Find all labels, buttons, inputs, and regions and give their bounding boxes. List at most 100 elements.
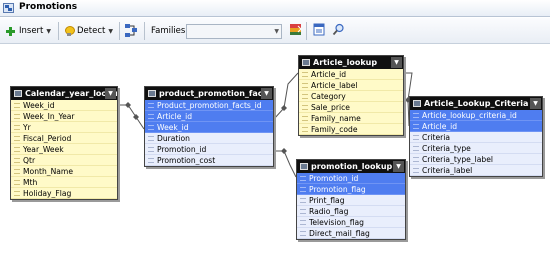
column-icon (300, 220, 306, 225)
table-column[interactable]: Week_id (11, 100, 117, 111)
table-column[interactable]: Week_In_Year (11, 111, 117, 122)
table-menu-icon[interactable]: ▼ (391, 57, 402, 68)
table-column[interactable]: Product_promotion_facts_id (145, 100, 273, 111)
column-icon (302, 105, 308, 110)
column-name: Fiscal_Period (23, 134, 72, 143)
column-icon (14, 158, 20, 163)
column-name: Month_Name (23, 167, 74, 176)
table-column[interactable]: Print_flag (297, 195, 405, 206)
column-icon (300, 209, 306, 214)
column-name: Product_promotion_facts_id (157, 101, 262, 110)
column-name: Category (311, 92, 346, 101)
insert-button[interactable]: Insert ▼ (6, 24, 51, 38)
column-name: Television_flag (309, 218, 364, 227)
insert-label: Insert (19, 26, 44, 36)
column-icon (300, 176, 306, 181)
table-name: promotion_lookup (311, 162, 393, 171)
column-icon (148, 125, 154, 130)
table-icon (413, 100, 421, 107)
column-name: Sale_price (311, 103, 350, 112)
table-column[interactable]: Criteria_type_label (410, 154, 542, 165)
table-promotion-lookup[interactable]: promotion_lookup ▼ Promotion_id Promotio… (296, 159, 406, 240)
table-column[interactable]: Category (299, 91, 403, 102)
table-article-lookup-criteria[interactable]: Article_Lookup_Criteria ▼ Article_lookup… (409, 96, 543, 177)
color-families-icon[interactable] (289, 23, 302, 36)
table-column[interactable]: Direct_mail_flag (297, 228, 405, 239)
column-icon (148, 158, 154, 163)
table-column[interactable]: Month_Name (11, 166, 117, 177)
table-menu-icon[interactable]: ▼ (261, 88, 272, 99)
table-header[interactable]: Calendar_year_lookup ▼ (11, 87, 117, 100)
table-column[interactable]: Sale_price (299, 102, 403, 113)
table-column[interactable]: Criteria_label (410, 165, 542, 176)
detect-button[interactable]: Detect ▼ (65, 24, 113, 38)
table-column[interactable]: Article_label (299, 80, 403, 91)
table-column[interactable]: Television_flag (297, 217, 405, 228)
table-column[interactable]: Duration (145, 133, 273, 144)
table-header[interactable]: Article_Lookup_Criteria ▼ (410, 97, 542, 110)
column-icon (14, 103, 20, 108)
table-column[interactable]: Family_name (299, 113, 403, 124)
table-column[interactable]: Qtr (11, 155, 117, 166)
table-article-lookup[interactable]: Article_lookup ▼ Article_id Article_labe… (298, 55, 404, 136)
column-icon (413, 124, 419, 129)
column-name: Week_id (157, 123, 189, 132)
table-header[interactable]: Article_lookup ▼ (299, 56, 403, 69)
column-name: Criteria_label (422, 166, 473, 175)
window-title: Promotions (19, 2, 78, 12)
toolbar-divider (306, 22, 307, 40)
table-column[interactable]: Promotion_flag (297, 184, 405, 195)
table-calendar-year-lookup[interactable]: Calendar_year_lookup ▼ Week_id Week_In_Y… (10, 86, 118, 200)
table-column[interactable]: Promotion_cost (145, 155, 273, 166)
plus-icon (6, 26, 15, 36)
auto-arrange-icon[interactable] (125, 24, 137, 37)
column-icon (14, 169, 20, 174)
table-column[interactable]: Year_Week (11, 144, 117, 155)
table-column[interactable]: Promotion_id (145, 144, 273, 155)
table-column[interactable]: Mth (11, 177, 117, 188)
table-menu-icon[interactable]: ▼ (393, 161, 404, 172)
table-column[interactable]: Fiscal_Period (11, 133, 117, 144)
column-name: Criteria (422, 133, 451, 142)
column-name: Article_label (311, 81, 358, 90)
column-icon (302, 94, 308, 99)
table-column[interactable]: Week_id (145, 122, 273, 133)
table-column[interactable]: Article_lookup_criteria_id (410, 110, 542, 121)
table-column[interactable]: Holiday_Flag (11, 188, 117, 199)
column-name: Criteria_type_label (422, 155, 493, 164)
table-header[interactable]: product_promotion_facts ▼ (145, 87, 273, 100)
table-view-icon[interactable] (313, 23, 326, 36)
column-name: Criteria_type (422, 144, 471, 153)
column-name: Article_id (311, 70, 347, 79)
detect-label: Detect (77, 26, 106, 36)
universe-icon (3, 3, 14, 13)
table-header[interactable]: promotion_lookup ▼ (297, 160, 405, 173)
column-name: Article_id (157, 112, 193, 121)
table-name: Calendar_year_lookup (25, 89, 117, 98)
column-name: Week_id (23, 101, 55, 110)
table-column[interactable]: Promotion_id (297, 173, 405, 184)
chevron-down-icon: ▼ (46, 27, 52, 35)
column-name: Week_In_Year (23, 112, 75, 121)
column-name: Article_id (422, 122, 458, 131)
table-column[interactable]: Article_id (410, 121, 542, 132)
column-icon (14, 114, 20, 119)
table-column[interactable]: Yr (11, 122, 117, 133)
table-menu-icon[interactable]: ▼ (105, 88, 116, 99)
search-icon[interactable] (332, 23, 345, 36)
table-column[interactable]: Article_id (145, 111, 273, 122)
column-name: Family_code (311, 125, 358, 134)
table-column[interactable]: Criteria_type (410, 143, 542, 154)
table-column[interactable]: Article_id (299, 69, 403, 80)
table-menu-icon[interactable]: ▼ (530, 98, 541, 109)
table-column[interactable]: Radio_flag (297, 206, 405, 217)
table-column[interactable]: Criteria (410, 132, 542, 143)
families-dropdown[interactable]: ▼ (186, 24, 282, 39)
table-product-promotion-facts[interactable]: product_promotion_facts ▼ Product_promot… (144, 86, 274, 167)
table-column[interactable]: Family_code (299, 124, 403, 135)
column-name: Holiday_Flag (23, 189, 72, 198)
column-name: Promotion_id (157, 145, 207, 154)
table-icon (300, 163, 308, 170)
table-name: Article_lookup (313, 58, 378, 67)
column-icon (300, 187, 306, 192)
